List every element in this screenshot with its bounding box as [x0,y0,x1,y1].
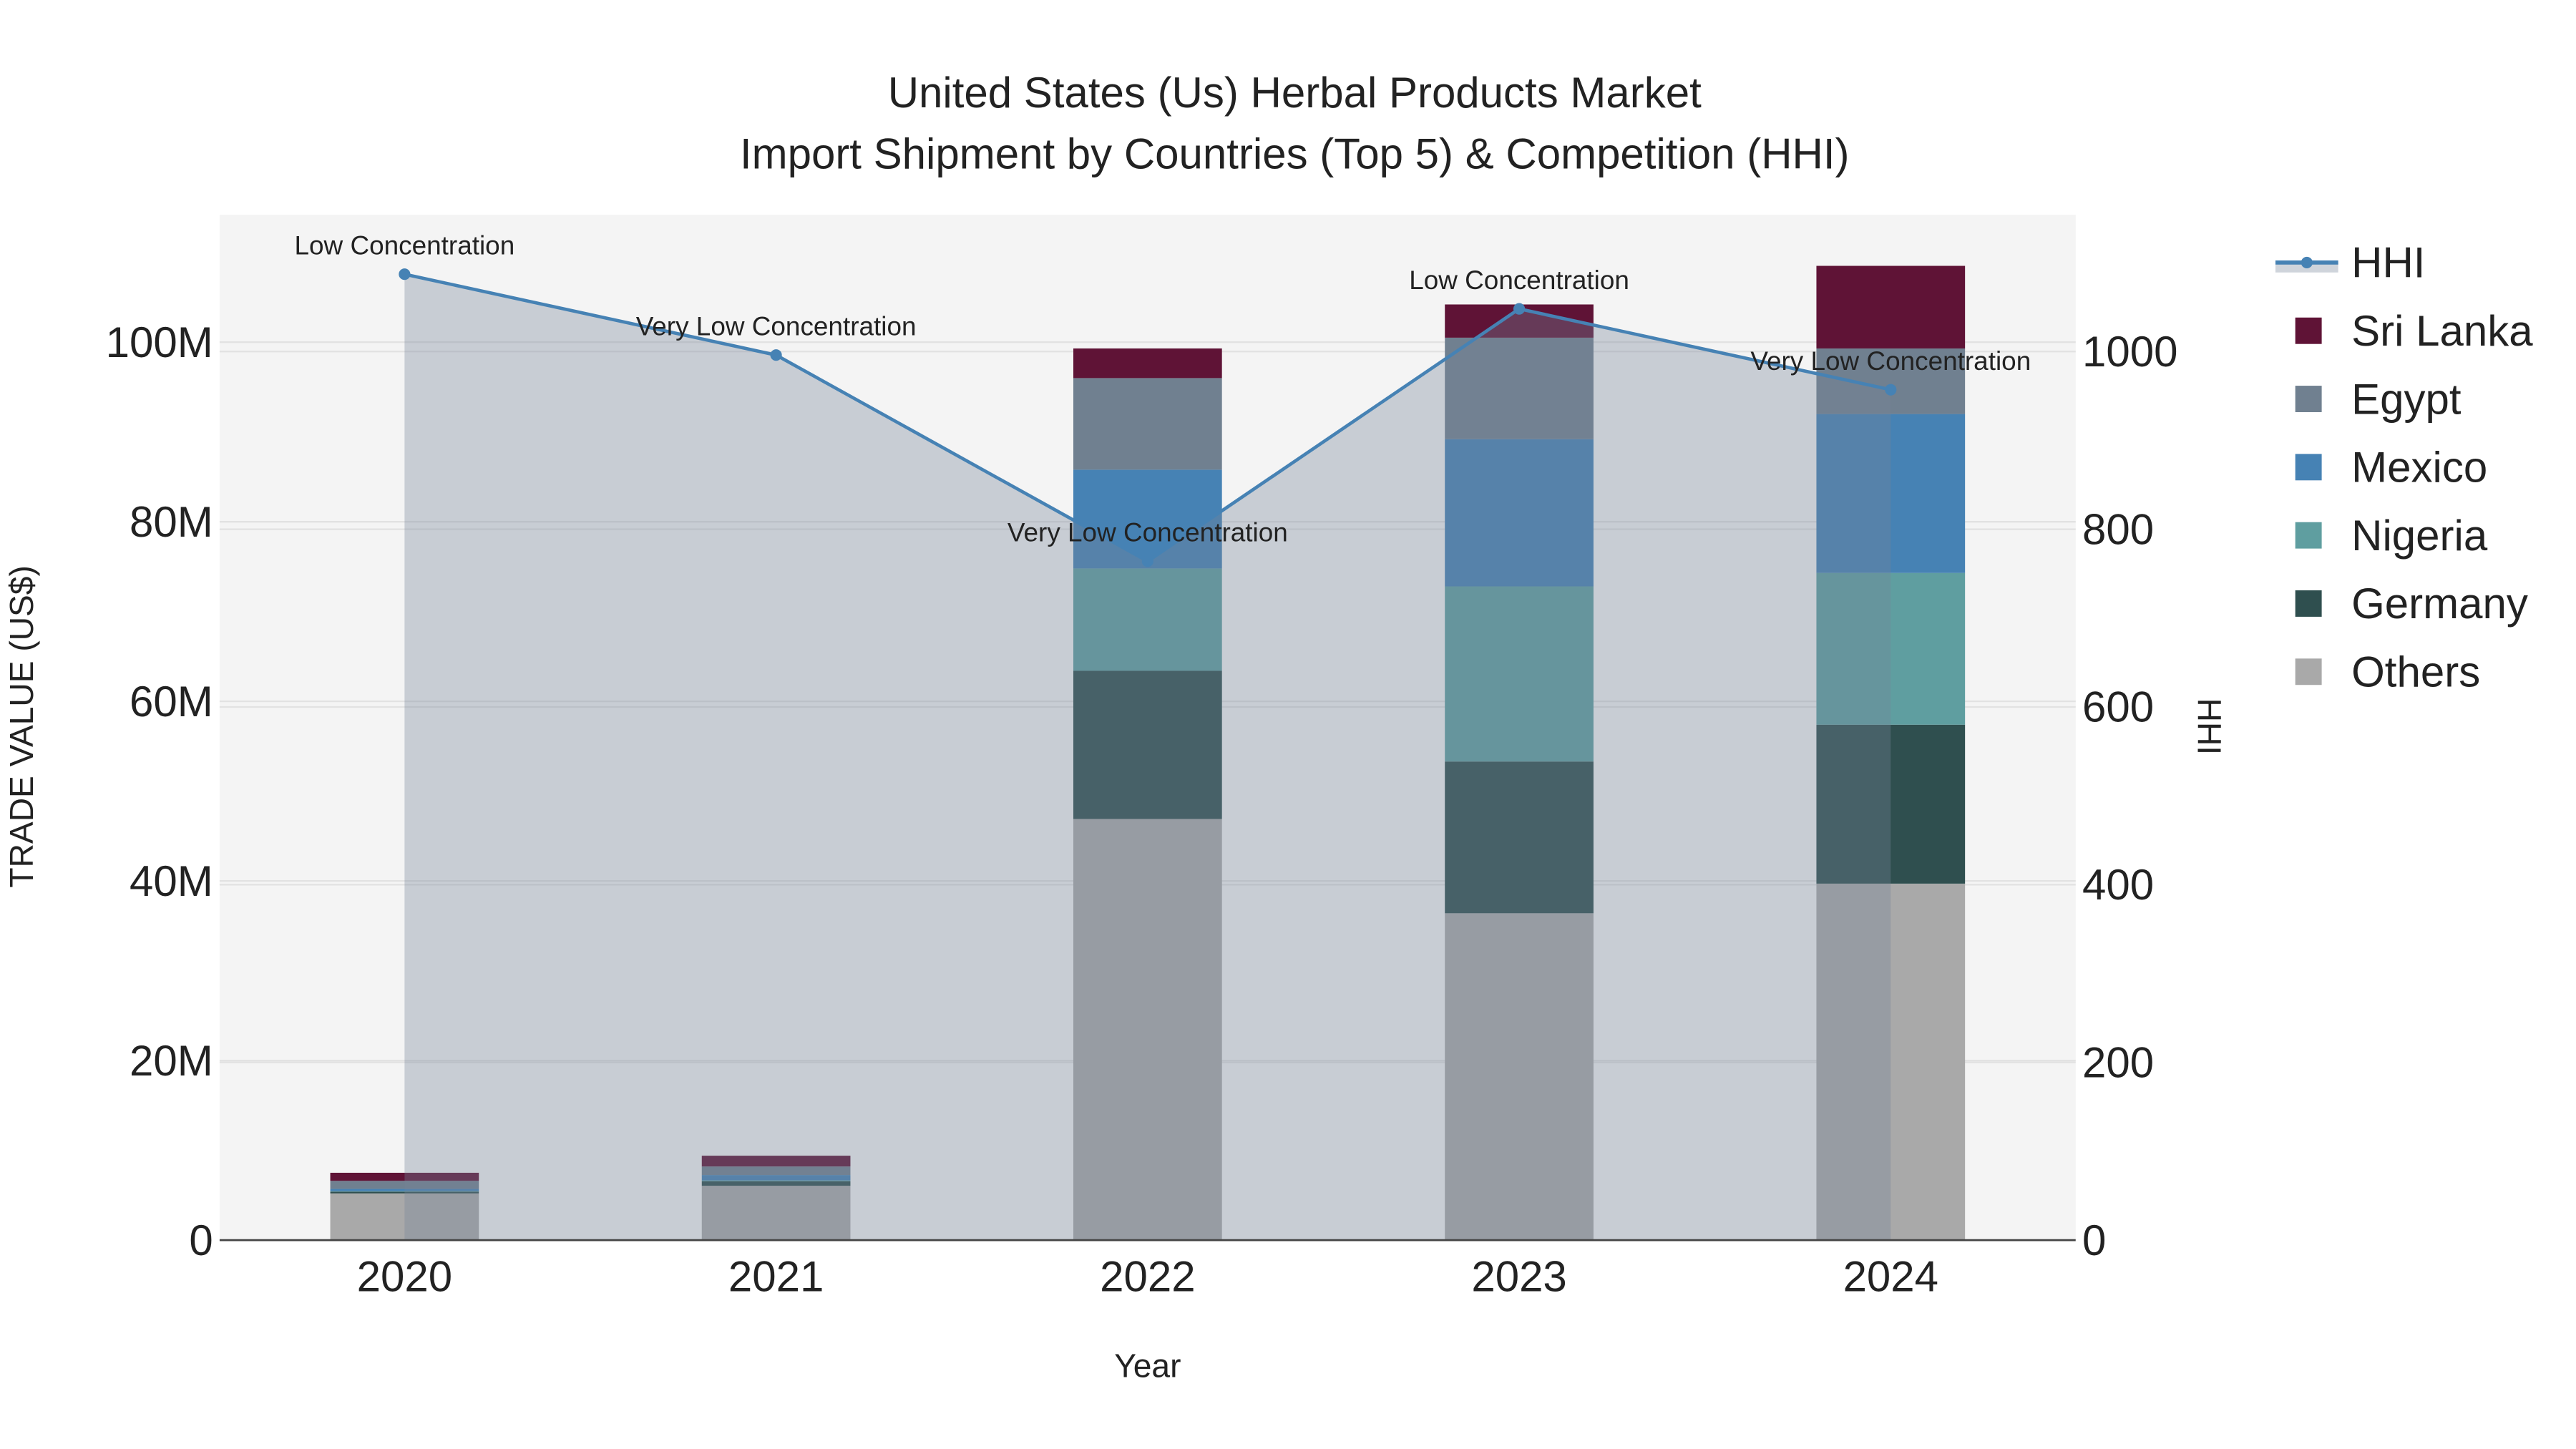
legend-item-mexico[interactable]: Mexico [2295,444,2488,492]
hhi-annotation-2021: Very Low Concentration [636,312,917,341]
y-tick-label: 20M [130,1037,213,1085]
hhi-annotation-2022: Very Low Concentration [1008,518,1288,547]
legend-label: HHI [2351,239,2425,287]
y2-tick-label: 800 [2082,505,2154,553]
y2-tick-label: 1000 [2082,328,2177,376]
hhi-point-2022 [1141,555,1153,567]
legend-item-hhi[interactable]: HHI [2275,239,2425,287]
y2-tick-label: 400 [2082,861,2154,909]
y-tick-label: 0 [189,1216,213,1264]
legend-item-egypt[interactable]: Egypt [2295,375,2462,423]
x-tick-label: 2021 [728,1253,824,1301]
y-tick-label: 60M [130,678,213,726]
legend-label: Germany [2351,580,2528,628]
bar-egypt-2022 [1073,378,1222,470]
hhi-annotation-2020: Low Concentration [295,231,515,260]
chart: Low Concentration Very Low Concentration V… [3,69,2533,1385]
y-tick-label: 40M [130,857,213,905]
legend-label: Mexico [2351,444,2487,492]
y-axis-title: TRADE VALUE (US$) [3,565,40,887]
hhi-point-2021 [770,349,782,361]
x-tick-label: 2023 [1471,1253,1566,1301]
y-tick-label: 80M [130,498,213,546]
bar-sri-lanka-2024 [1816,265,1966,348]
x-tick-label: 2022 [1100,1253,1195,1301]
legend-item-others[interactable]: Others [2295,648,2481,696]
legend: HHI Sri Lanka Egypt Mexico Nigeria Germany Oth… [2275,239,2533,696]
x-tick-label: 2024 [1843,1253,1938,1301]
legend-swatch [2295,317,2322,344]
chart-title-line-2: Import Shipment by Countries (Top 5) & C… [740,130,1850,177]
legend-swatch [2295,454,2322,481]
legend-swatch [2295,590,2322,617]
legend-swatch-hhi-marker [2301,256,2313,268]
legend-swatch [2295,658,2322,686]
y2-tick-label: 600 [2082,683,2154,731]
hhi-point-2023 [1513,303,1526,315]
legend-swatch [2295,522,2322,549]
legend-label: Others [2351,648,2480,696]
y2-tick-label: 0 [2082,1216,2106,1264]
y2-axis-title: HHI [2191,698,2228,755]
hhi-annotation-2024: Very Low Concentration [1750,346,2031,376]
legend-label: Egypt [2351,375,2462,423]
hhi-point-2020 [399,268,411,280]
legend-swatch [2295,386,2322,412]
legend-label: Nigeria [2351,512,2488,560]
y-tick-label: 100M [106,318,213,366]
legend-label: Sri Lanka [2351,307,2533,355]
hhi-point-2024 [1885,384,1897,396]
x-axis-title: Year [1114,1347,1181,1385]
legend-item-sri-lanka[interactable]: Sri Lanka [2295,307,2534,355]
legend-item-nigeria[interactable]: Nigeria [2295,512,2488,560]
chart-title-line-1: United States (Us) Herbal Products Marke… [888,69,1702,117]
x-tick-label: 2020 [357,1253,452,1301]
y2-tick-label: 200 [2082,1038,2154,1086]
bar-sri-lanka-2022 [1073,348,1222,379]
legend-item-germany[interactable]: Germany [2295,580,2528,628]
hhi-annotation-2023: Low Concentration [1409,265,1629,295]
